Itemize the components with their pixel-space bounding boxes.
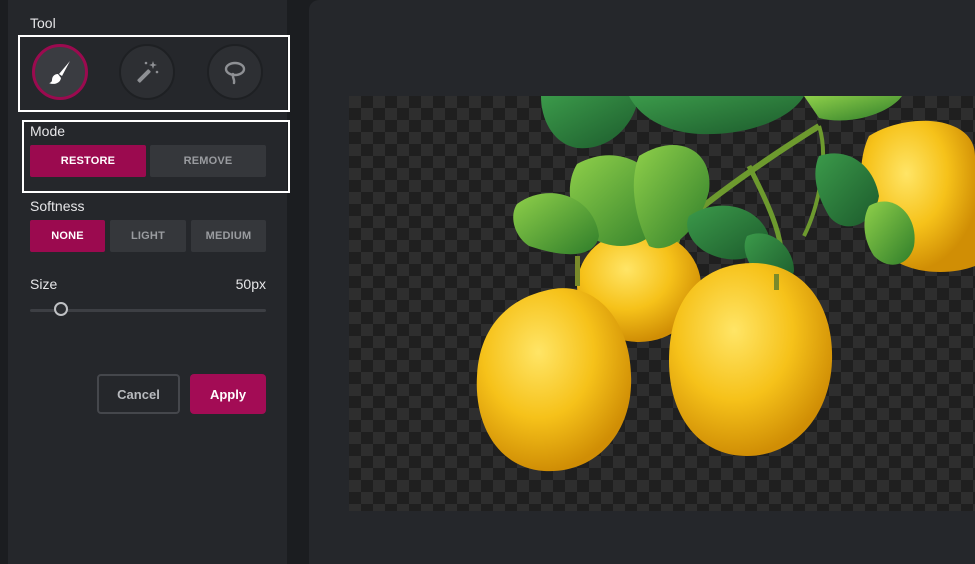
mode-restore-button[interactable]: RESTORE xyxy=(30,145,146,177)
size-slider-thumb[interactable] xyxy=(53,302,68,316)
softness-label: Softness xyxy=(30,198,85,214)
paintbrush-icon xyxy=(49,61,70,84)
size-value: 50px xyxy=(235,276,266,292)
lemons-image xyxy=(476,96,975,472)
panel-divider xyxy=(287,0,309,564)
magic-wand-tool-button[interactable] xyxy=(119,44,175,100)
apply-button[interactable]: Apply xyxy=(190,374,266,414)
softness-light-button[interactable]: LIGHT xyxy=(110,220,186,252)
softness-none-button[interactable]: NONE xyxy=(30,220,105,252)
mode-label: Mode xyxy=(30,123,66,139)
softness-medium-button[interactable]: MEDIUM xyxy=(191,220,266,252)
magic-wand-icon xyxy=(137,61,159,83)
cancel-button[interactable]: Cancel xyxy=(97,374,180,414)
mode-remove-button[interactable]: REMOVE xyxy=(150,145,266,177)
image-canvas[interactable] xyxy=(349,96,975,511)
size-label: Size xyxy=(30,276,58,292)
tool-label: Tool xyxy=(30,15,56,31)
lasso-icon xyxy=(224,61,246,85)
lasso-tool-button[interactable] xyxy=(207,44,263,100)
brush-tool-button[interactable] xyxy=(32,44,88,100)
